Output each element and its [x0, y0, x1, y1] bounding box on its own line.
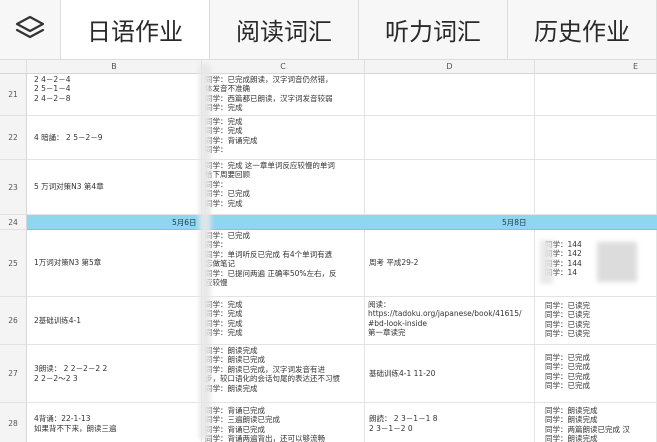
table-cell[interactable]: 5 万词对策N3 第4章: [27, 160, 202, 215]
table-cell[interactable]: 同学：已完成 同学：已完成 同学：已完成 同学：已完成: [535, 345, 657, 403]
table-cell[interactable]: 同学：已完成 同学： 同学：单词听反已完成 有4个单词有遗 忘做笔记 同学：已提…: [202, 230, 365, 297]
row-number[interactable]: 25: [0, 230, 27, 297]
table-cell[interactable]: [535, 116, 657, 160]
table-cell[interactable]: [365, 74, 535, 116]
table-cell[interactable]: 4背诵：22-1-13 如果背不下来，朗读三遍: [27, 403, 202, 442]
date-label: 5月6日: [172, 218, 197, 227]
row-number[interactable]: 24: [0, 215, 27, 230]
cell-text: 朗読： 2 3－1－1 8 2 3－1－2 0: [369, 414, 438, 433]
tab-reading-vocabulary[interactable]: 阅读词汇: [210, 0, 359, 59]
column-header-d[interactable]: D: [365, 60, 535, 74]
cell-text: 1万词对策N3 第5章: [34, 258, 102, 268]
cell-text: 4背诵：22-1-13 如果背不下来，朗读三遍: [34, 414, 117, 433]
table-cell[interactable]: 1万词对策N3 第5章: [27, 230, 202, 297]
row-number[interactable]: 21: [0, 74, 27, 116]
cell-text: 5 万词对策N3 第4章: [34, 182, 104, 192]
tab-listening-vocabulary[interactable]: 听力词汇: [359, 0, 508, 59]
spreadsheet-grid[interactable]: B C D E 21 2 4－2－4 2 5－1－4 2 4－2－8 同学：已完…: [0, 60, 657, 442]
table-cell[interactable]: [535, 160, 657, 215]
cell-text: 4 暗誦： 2 5－2－9: [34, 132, 103, 142]
row-number[interactable]: 27: [0, 345, 27, 403]
row-number[interactable]: 23: [0, 160, 27, 215]
table-cell[interactable]: 朗読： 2 3－1－1 8 2 3－1－2 0: [365, 403, 535, 442]
column-header-c[interactable]: C: [202, 60, 365, 74]
table-cell[interactable]: 4 暗誦： 2 5－2－9: [27, 116, 202, 160]
date-label: 5月8日: [502, 218, 527, 227]
table-cell[interactable]: 周考 平成29-2: [365, 230, 535, 297]
table-cell[interactable]: [535, 74, 657, 116]
table-cell[interactable]: 同学：144 同学：142 同学：144 同学：14: [535, 230, 657, 297]
date-band-row[interactable]: 5月6日 5月8日: [27, 215, 657, 230]
table-cell[interactable]: 同学：完成 同学：完成 同学：背诵完成 同学：: [202, 116, 365, 160]
sheet-menu-button[interactable]: [0, 0, 61, 59]
name-redaction-blur: [199, 64, 211, 439]
table-cell[interactable]: 同学：完成 这一章单词反应较慢的单词 给下周要回顾 同学： 同学：已完成 同学：…: [202, 160, 365, 215]
tab-history-homework[interactable]: 历史作业: [508, 0, 657, 59]
table-cell[interactable]: [365, 116, 535, 160]
tab-japanese-homework[interactable]: 日语作业: [61, 0, 210, 59]
value-redaction-blur: [597, 242, 637, 282]
column-header-e[interactable]: E: [535, 60, 657, 74]
table-cell[interactable]: 同学：背诵已完成 同学：三遍朗读已完成 同学：背诵已完成 同学：背诵两遍背出，还…: [202, 403, 365, 442]
table-cell[interactable]: 2基础训练4-1: [27, 297, 202, 345]
cell-text: 3朗读： 2 2－2－2 2 2 2－2～2 3: [34, 364, 108, 383]
table-cell[interactable]: 同学：已完成朗读，汉字词音仍然错， 体发音不准确 同学：西篇都已朗读，汉字词发音…: [202, 74, 365, 116]
table-cell[interactable]: 阅读： https://tadoku.org/japanese/book/416…: [365, 297, 535, 345]
cell-text: 2基础训练4-1: [34, 315, 82, 325]
table-cell[interactable]: 同学：完成 同学：完成 同学：完成 同学：完成: [202, 297, 365, 345]
row-number[interactable]: 22: [0, 116, 27, 160]
cell-text: 周考 平成29-2: [369, 258, 419, 268]
table-cell[interactable]: [365, 160, 535, 215]
table-cell[interactable]: 3朗读： 2 2－2－2 2 2 2－2～2 3: [27, 345, 202, 403]
table-cell[interactable]: 基础训练4-1 11-20: [365, 345, 535, 403]
name-redaction-blur: [540, 240, 553, 284]
row-number[interactable]: 28: [0, 403, 27, 442]
layers-icon: [13, 13, 47, 47]
cell-text: 基础训练4-1 11-20: [369, 368, 436, 378]
column-header-b[interactable]: B: [27, 60, 202, 74]
table-cell[interactable]: 2 4－2－4 2 5－1－4 2 4－2－8: [27, 74, 202, 116]
table-cell[interactable]: 同学：朗读完成 同学：朗读已完成 同学：朗读已完成，汉字词发音有进 步，较口语化…: [202, 345, 365, 403]
sheet-tab-bar: 日语作业 阅读词汇 听力词汇 历史作业: [0, 0, 657, 60]
row-number[interactable]: 26: [0, 297, 27, 345]
select-all-corner[interactable]: [0, 60, 27, 74]
table-cell[interactable]: 同学：已读完 同学：已读完 同学：已读完 同学：已读完: [535, 297, 657, 345]
table-cell[interactable]: 同学：朗读完成 同学：朗读完成 同学：两篇朗读已完成 汉 同学：朗读完成: [535, 403, 657, 442]
